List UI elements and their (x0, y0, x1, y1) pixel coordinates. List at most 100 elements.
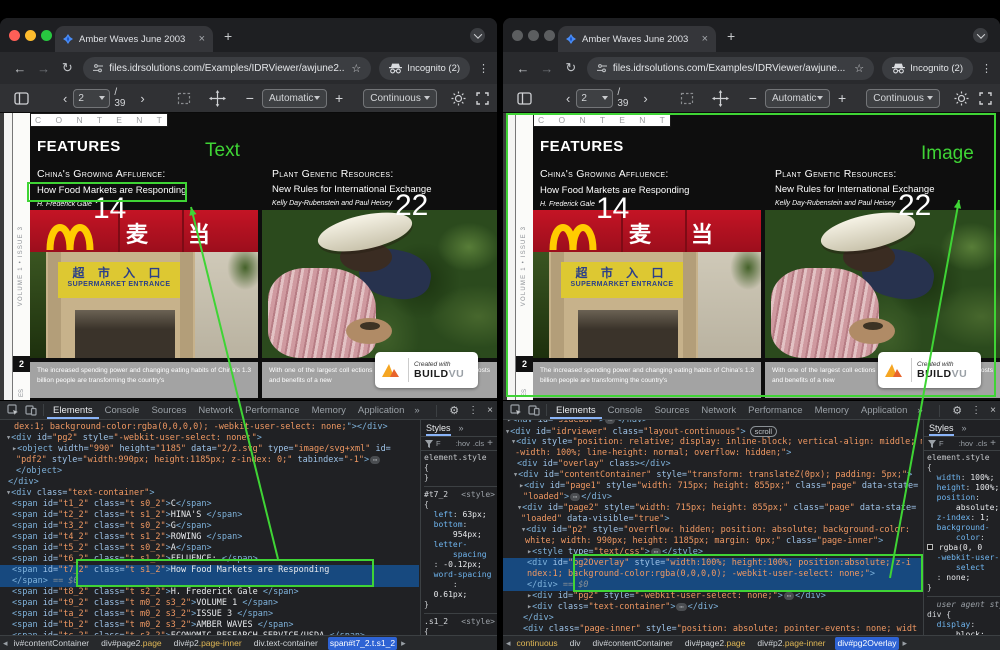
forward-button[interactable]: → (32, 61, 56, 76)
devtools-tab-console[interactable]: Console (99, 401, 146, 419)
omnibox[interactable]: files.idrsolutions.com/Examples/IDRViewe… (587, 57, 874, 80)
expand-ellipsis-icon[interactable]: ⋯ (676, 603, 686, 611)
zoom-in-button[interactable]: + (830, 90, 854, 106)
more-tabs-button[interactable]: » (410, 405, 423, 416)
devtools-tab-application[interactable]: Application (855, 401, 913, 419)
style-rule-line[interactable]: letter- (424, 540, 497, 550)
style-rule-line[interactable]: -webkit-user- (927, 553, 1000, 563)
devtools-tab-sources[interactable]: Sources (648, 401, 695, 419)
tab-styles[interactable]: Styles (426, 420, 451, 436)
style-rule-line[interactable]: } (424, 600, 497, 610)
style-rule-line[interactable]: width: 100%; (927, 473, 1000, 483)
dom-tree-node[interactable]: <span id="t1_2" class="t s0_2">C</span> (0, 499, 419, 510)
dom-tree-node[interactable]: ▾<div id="pg2" style="-webkit-user-selec… (0, 433, 419, 444)
filter-funnel-icon[interactable] (425, 440, 433, 448)
style-rule-line[interactable]: { (424, 500, 497, 510)
browser-tab[interactable]: Amber Waves June 2003 × (558, 26, 716, 52)
style-rule-line[interactable]: z-index: 1; (927, 513, 1000, 523)
tab-overflow-button[interactable] (470, 28, 485, 43)
style-rule-line[interactable]: : -0.12px; (424, 560, 497, 570)
device-toolbar-icon[interactable] (25, 404, 37, 416)
page-number-input[interactable]: 2 (73, 89, 110, 108)
breadcrumb-item[interactable]: div#page2.page (683, 637, 748, 650)
viewer-content[interactable]: VOLUME 1 • ISSUE 3 ES 2 C O N T E N T S … (0, 113, 497, 400)
devtools-tab-network[interactable]: Network (192, 401, 239, 419)
buildvu-badge[interactable]: Created with BUILDVU (375, 352, 478, 388)
expand-ellipsis-icon[interactable]: ⋯ (370, 456, 380, 464)
color-swatch[interactable] (927, 544, 933, 550)
style-rule-line[interactable]: height: 100%; (927, 483, 1000, 493)
site-settings-icon[interactable] (93, 63, 103, 73)
dom-tree-node[interactable]: ▸<style type="text/css">⋯</style> (503, 547, 922, 558)
dom-tree-node[interactable]: ▾<div id="idrviewer" class="layout-conti… (503, 426, 922, 437)
dom-tree-node[interactable]: ▸<object width="990" height="1185" data=… (0, 444, 419, 455)
devtools-tab-console[interactable]: Console (602, 401, 649, 419)
style-rule-line[interactable]: 954px; (424, 530, 497, 540)
dom-tree-node[interactable]: ndex:1; background-color:rgba(0,0,0,0); … (503, 569, 922, 580)
breadcrumb-scroll-right-icon[interactable]: ▸ (903, 638, 908, 649)
layout-mode-select[interactable]: Continuous (363, 89, 437, 108)
dom-tree-node[interactable]: ▾<div style="position: relative; display… (503, 437, 922, 448)
pan-tool-icon[interactable] (712, 90, 729, 107)
dom-tree-node[interactable]: </div> == $0 (503, 580, 922, 591)
traffic-light-minimize-icon[interactable] (25, 30, 36, 41)
viewer-content[interactable]: VOLUME 1 • ISSUE 3 ES 2 C O N T E N T S … (503, 113, 1000, 400)
zoom-in-button[interactable]: + (327, 90, 351, 106)
cls-toggle[interactable]: .cls (976, 439, 987, 448)
devtools-tab-memory[interactable]: Memory (306, 401, 352, 419)
browser-menu-icon[interactable]: ⋮ (981, 62, 992, 75)
devtools-tab-elements[interactable]: Elements (550, 401, 602, 419)
site-settings-icon[interactable] (597, 63, 607, 73)
style-rule-line[interactable]: } (927, 583, 1000, 593)
style-rule-line[interactable]: : (424, 580, 497, 590)
expand-ellipsis-icon[interactable]: ⋯ (605, 420, 615, 424)
breadcrumb-item[interactable]: continuous (515, 637, 560, 650)
device-toolbar-icon[interactable] (528, 404, 540, 416)
dom-tree-node[interactable]: </div> (503, 613, 922, 624)
breadcrumb-item[interactable]: div#p2.page-inner (755, 637, 827, 650)
devtools-tab-memory[interactable]: Memory (809, 401, 855, 419)
devtools-tab-performance[interactable]: Performance (742, 401, 808, 419)
settings-gear-icon[interactable]: ⚙ (952, 404, 962, 417)
style-rule-line[interactable]: } (424, 473, 497, 483)
styles-more-button[interactable]: » (962, 423, 967, 433)
style-rule-line[interactable]: element.style (927, 453, 1000, 463)
pan-tool-icon[interactable] (209, 90, 226, 107)
tab-close-icon[interactable]: × (199, 33, 205, 45)
hov-toggle[interactable]: :hov (456, 439, 470, 448)
tab-overflow-button[interactable] (973, 28, 988, 43)
brightness-icon[interactable] (451, 91, 466, 106)
style-rule-line[interactable]: display: (927, 620, 1000, 630)
style-rule-line[interactable]: select (927, 563, 1000, 573)
settings-gear-icon[interactable]: ⚙ (449, 404, 459, 417)
dom-tree-node[interactable]: ▸<div id="page1" style="width: 715px; he… (503, 481, 922, 492)
dom-tree-node[interactable]: "loaded" data-visible="true"> (503, 514, 922, 525)
new-tab-button[interactable]: + (224, 28, 232, 44)
styles-more-button[interactable]: » (459, 423, 464, 433)
new-tab-button[interactable]: + (727, 28, 735, 44)
dom-tree-node[interactable]: ▾<div id="p2" style="overflow: hidden; p… (503, 525, 922, 536)
dom-tree-node[interactable]: white; width: 990px; height: 1185px; mar… (503, 536, 922, 547)
tab-close-icon[interactable]: × (702, 33, 708, 45)
dom-tree-node[interactable]: <span id="t2_2" class="t s1_2">HINA'S </… (0, 510, 419, 521)
dom-tree-node[interactable]: ▾<div id="contentContainer" style="trans… (503, 470, 922, 481)
back-button[interactable]: ← (511, 61, 535, 76)
traffic-light-close-icon[interactable] (512, 30, 523, 41)
dom-tree-node[interactable]: </div> (0, 477, 419, 488)
traffic-light-zoom-icon[interactable] (544, 30, 555, 41)
filter-label[interactable]: F (939, 439, 944, 448)
bookmark-star-icon[interactable]: ☆ (854, 62, 864, 75)
devtools-menu-icon[interactable]: ⋮ (971, 405, 981, 416)
next-page-button[interactable]: › (134, 91, 150, 106)
sidebar-toggle-icon[interactable] (14, 92, 29, 105)
style-rule-line[interactable]: div { (927, 610, 1000, 620)
browser-tab[interactable]: Amber Waves June 2003 × (55, 26, 213, 52)
devtools-tab-sources[interactable]: Sources (145, 401, 192, 419)
style-rule-line[interactable]: bottom: (424, 520, 497, 530)
breadcrumb-scroll-right-icon[interactable]: ▸ (401, 638, 406, 649)
dom-tree-node[interactable]: <span id="t5_2" class="t s0_2">A</span> (0, 543, 419, 554)
prev-page-button[interactable]: ‹ (560, 91, 576, 106)
inspect-element-icon[interactable] (7, 404, 19, 416)
forward-button[interactable]: → (535, 61, 559, 76)
dom-tree-node[interactable]: <span id="t8_2" class="t s2_2">H. Freder… (0, 587, 419, 598)
